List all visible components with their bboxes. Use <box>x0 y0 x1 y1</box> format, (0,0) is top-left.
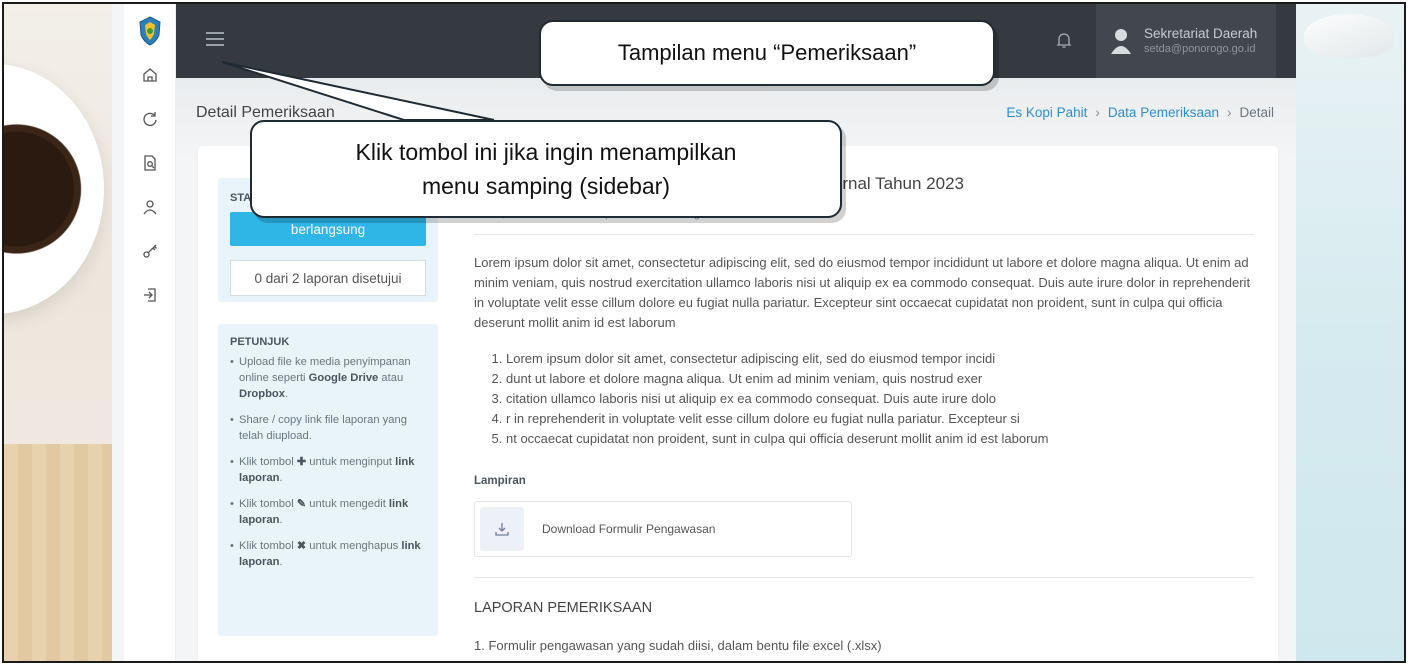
breadcrumb-item-data-pemeriksaan[interactable]: Data Pemeriksaan <box>1108 105 1219 120</box>
hint-panel: PETUNJUK Upload file ke media penyimpana… <box>218 324 438 636</box>
refresh-icon[interactable] <box>135 104 165 134</box>
callout-line-2: menu samping (sidebar) <box>421 173 670 199</box>
hamburger-menu-icon[interactable] <box>206 32 224 46</box>
user-menu[interactable]: Sekretariat Daerah setda@ponorogo.go.id <box>1096 4 1276 78</box>
screenshot-frame: Sekretariat Daerah setda@ponorogo.go.id … <box>2 2 1406 663</box>
home-icon[interactable] <box>135 60 165 90</box>
main-area: Sekretariat Daerah setda@ponorogo.go.id … <box>176 4 1296 661</box>
callout-line-1: Klik tombol ini jika ingin menampilkan <box>355 139 737 165</box>
list-item: Lorem ipsum dolor sit amet, consectetur … <box>506 349 1254 369</box>
breadcrumb: Es Kopi Pahit › Data Pemeriksaan › Detai… <box>1006 105 1274 120</box>
wood-table-image <box>4 444 112 661</box>
attachment-name: Download Formulir Pengawasan <box>542 522 716 536</box>
list-item: dunt ut labore et dolore magna aliqua. U… <box>506 369 1254 389</box>
detail-list: Lorem ipsum dolor sit amet, consectetur … <box>474 349 1254 449</box>
download-attachment-button[interactable]: Download Formulir Pengawasan <box>474 501 852 557</box>
logout-icon[interactable] <box>135 280 165 310</box>
detail-paragraph: Lorem ipsum dolor sit amet, consectetur … <box>474 255 1251 330</box>
app-logo[interactable] <box>137 16 163 46</box>
plus-icon: ✚ <box>296 456 307 468</box>
breadcrumb-item-home[interactable]: Es Kopi Pahit <box>1006 105 1087 120</box>
divider <box>474 577 1254 578</box>
hint-item: Klik tombol ✚ untuk menginput link lapor… <box>230 454 426 486</box>
approval-count: 0 dari 2 laporan disetujui <box>230 260 426 296</box>
close-icon: ✖ <box>296 540 307 552</box>
bell-icon[interactable] <box>1052 28 1076 52</box>
detail-content: Internal Tahun 2023 Senin, 20 November 2… <box>474 174 1254 661</box>
detail-card: STA berlangsung 0 dari 2 laporan disetuj… <box>198 146 1278 661</box>
report-heading: LAPORAN PEMERIKSAAN <box>474 600 653 616</box>
callout-sidebar-hint: Klik tombol ini jika ingin menampilkan m… <box>250 120 842 218</box>
document-search-icon[interactable] <box>135 148 165 178</box>
background-right-photo <box>1294 4 1404 661</box>
background-coffee-photo <box>4 4 112 661</box>
report-question: 1. Formulir pengawasan yang sudah diisi,… <box>474 638 882 653</box>
hint-title: PETUNJUK <box>230 336 290 348</box>
breadcrumb-item-current: Detail <box>1239 105 1274 120</box>
avatar <box>1110 26 1132 56</box>
breadcrumb-separator-icon: › <box>1226 105 1232 120</box>
hint-item: Share / copy link file laporan yang tela… <box>230 412 426 444</box>
status-label: STA <box>230 192 252 204</box>
pencil-icon: ✎ <box>296 498 307 510</box>
hint-list: Upload file ke media penyimpanan online … <box>230 354 426 570</box>
list-item: nt occaecat cupidatat non proident, sunt… <box>506 429 1254 449</box>
hint-item: Klik tombol ✖ untuk menghapus link lapor… <box>230 538 426 570</box>
attachment-label: Lampiran <box>474 475 526 487</box>
hint-item: Klik tombol ✎ untuk mengedit link lapora… <box>230 496 426 528</box>
icon-sidebar <box>124 4 176 661</box>
user-icon[interactable] <box>135 192 165 222</box>
callout-menu-title: Tampilan menu “Pemeriksaan” <box>539 20 995 86</box>
user-email: setda@ponorogo.go.id <box>1144 43 1256 55</box>
list-item: r in reprehenderit in voluptate velit es… <box>506 409 1254 429</box>
list-item: citation ullamco laboris nisi ut aliquip… <box>506 389 1254 409</box>
breadcrumb-separator-icon: › <box>1095 105 1100 120</box>
download-icon <box>480 507 524 551</box>
decor-image <box>1304 14 1394 58</box>
key-icon[interactable] <box>135 236 165 266</box>
user-name: Sekretariat Daerah <box>1144 26 1258 41</box>
hint-item: Upload file ke media penyimpanan online … <box>230 354 426 402</box>
